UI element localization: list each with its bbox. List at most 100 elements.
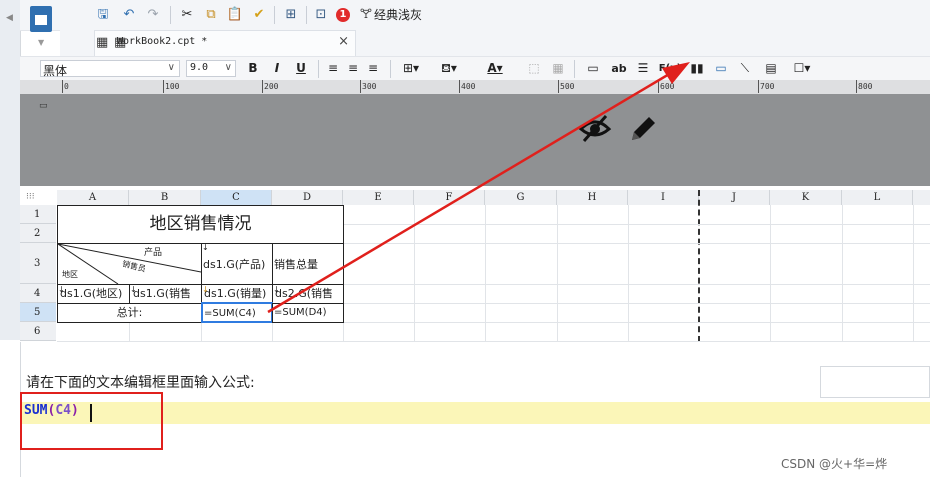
edit-pencil-icon[interactable] [628, 112, 658, 144]
column-header-i[interactable]: I [628, 190, 699, 205]
tab-workbook2[interactable]: WorkBook2.cpt * × [94, 30, 356, 56]
slash-icon[interactable]: ⟍ [736, 60, 754, 77]
cell-c4[interactable]: ds1.G(销量) [201, 284, 273, 304]
theme-label[interactable]: 经典浅灰 [374, 6, 434, 24]
ruler-tick: 300 [362, 82, 377, 91]
cell-d3[interactable]: 销售总量 [272, 243, 344, 285]
column-header-l[interactable]: L [842, 190, 913, 205]
text-cell-button[interactable]: ab [608, 60, 630, 77]
marker-icon: ▭ [39, 101, 48, 111]
cell-b4[interactable]: ds1.G(销售 [129, 284, 202, 304]
column-header-j[interactable]: J [699, 190, 770, 205]
column-header-g[interactable]: G [485, 190, 557, 205]
workbook-icon: ▦ [114, 35, 127, 50]
float-element-icon[interactable]: ☐▾ [788, 60, 816, 77]
grid-line [770, 205, 771, 341]
notification-badge[interactable]: 1 [336, 8, 350, 22]
row-header-3[interactable]: 3 [20, 243, 56, 284]
ruler-tick: 0 [64, 82, 69, 91]
theme-icon[interactable]: 🝖 [358, 6, 374, 24]
template-icon[interactable] [30, 6, 52, 32]
chevron-down-icon[interactable]: ▼ [38, 38, 44, 47]
cell-d5[interactable]: =SUM(D4) [272, 303, 344, 323]
merge-cells-icon[interactable]: ⬚ [526, 60, 542, 77]
toolbar-separator [390, 60, 391, 78]
row-header-1[interactable]: 1 [20, 205, 56, 224]
select-all-corner[interactable]: ⁝⁝⁝ [26, 192, 35, 202]
ruler-tick: 700 [760, 82, 775, 91]
grid-line [343, 224, 930, 225]
bold-button[interactable]: B [246, 60, 260, 77]
design-icon[interactable]: ⊡ [312, 6, 330, 24]
italic-button[interactable]: I [270, 60, 284, 77]
grid-line [343, 322, 930, 323]
grid-line [129, 322, 130, 341]
cell-c5-selected[interactable]: =SUM(C4) [201, 302, 273, 323]
page-header-area[interactable] [38, 94, 930, 186]
row-header-6[interactable]: 6 [20, 322, 56, 341]
column-header-e[interactable]: E [343, 190, 414, 205]
font-size-value: 9.0 [190, 62, 209, 73]
fill-color-icon[interactable]: ⛾▾ [436, 60, 462, 77]
align-left-icon[interactable]: ≡ [326, 60, 340, 77]
preview-icon[interactable]: ⊞ [282, 6, 300, 24]
ruler-tick: 500 [560, 82, 575, 91]
sub-report-icon[interactable]: ▤ [762, 60, 780, 77]
row-header-5[interactable]: 5 [20, 303, 56, 322]
left-collapse-strip[interactable]: ◀ [0, 0, 21, 340]
column-header-f[interactable]: F [414, 190, 485, 205]
copy-icon[interactable]: ⧉ [202, 6, 220, 24]
column-header-d[interactable]: D [272, 190, 343, 205]
column-header-k[interactable]: K [770, 190, 842, 205]
cut-icon[interactable]: ✂ [178, 6, 196, 24]
column-header-h[interactable]: H [557, 190, 628, 205]
font-select[interactable]: 黑体 ∨ [40, 60, 180, 78]
cell-a4[interactable]: ds1.G(地区) [57, 284, 130, 304]
row-header-4[interactable]: 4 [20, 284, 56, 303]
grid-line [343, 303, 930, 304]
highlight-box [20, 392, 163, 450]
grid-line [485, 205, 486, 341]
tab-title: WorkBook2.cpt * [117, 36, 208, 47]
rich-text-icon[interactable]: ☰ [636, 60, 650, 77]
cell-c3[interactable]: ds1.G(产品) [201, 243, 273, 285]
align-right-icon[interactable]: ≡ [366, 60, 380, 77]
report-title-cell[interactable]: 地区销售情况 [57, 205, 344, 244]
chart-icon[interactable]: ▮▮ [688, 60, 706, 77]
font-size-select[interactable]: 9.0 ∨ [186, 60, 236, 77]
close-icon[interactable]: × [338, 34, 349, 49]
function-search-input[interactable] [820, 366, 930, 398]
ruler-tick: 200 [264, 82, 279, 91]
formula-button[interactable]: F(x) [658, 60, 682, 77]
save-icon[interactable]: 🖫 [94, 6, 112, 24]
collapse-left-icon[interactable]: ◀ [6, 13, 13, 23]
column-header-c[interactable]: C [201, 190, 272, 205]
cell-total-label[interactable]: 总计: [57, 303, 202, 323]
grid-line [201, 322, 202, 341]
paste-icon[interactable]: 📋 [226, 6, 244, 24]
grid-line [842, 205, 843, 341]
text-field-icon[interactable]: ▭ [584, 60, 602, 77]
split-cells-icon[interactable]: ▦ [550, 60, 566, 77]
cell-d4[interactable]: ds2.G(销售 [272, 284, 344, 304]
toolbar-separator [170, 6, 171, 24]
hide-eye-icon[interactable] [578, 113, 612, 143]
undo-icon[interactable]: ↶ [120, 6, 138, 24]
row-header-2[interactable]: 2 [20, 224, 56, 243]
redo-icon[interactable]: ↷ [144, 6, 162, 24]
format-brush-icon[interactable]: ✔ [250, 6, 268, 24]
border-icon[interactable]: ⊞▾ [398, 60, 424, 77]
image-icon[interactable]: ▭ [712, 60, 730, 77]
slash-header-cell[interactable]: 产品 销售员 地区 [57, 243, 202, 285]
expand-marker: ↓ [130, 285, 137, 294]
column-header-b[interactable]: B [129, 190, 201, 205]
align-center-icon[interactable]: ≡ [346, 60, 360, 77]
font-color-icon[interactable]: A▾ [480, 60, 510, 77]
grid-line [628, 205, 629, 341]
column-header-a[interactable]: A [57, 190, 129, 205]
expand-marker: ↓ [202, 285, 209, 294]
ruler-corner [20, 80, 38, 94]
page-break-line [698, 190, 700, 342]
grid-line [343, 284, 930, 285]
underline-button[interactable]: U [294, 60, 308, 77]
